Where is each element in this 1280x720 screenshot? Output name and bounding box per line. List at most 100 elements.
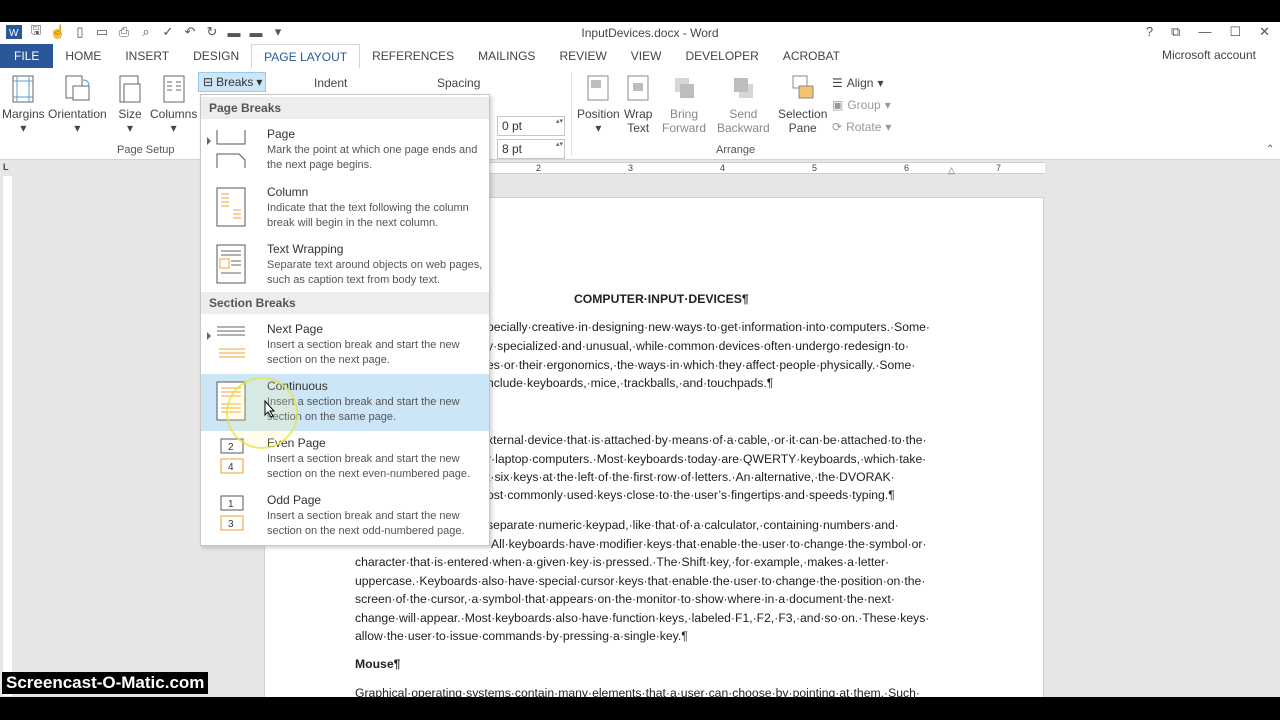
document-heading: COMPUTER·INPUT·DEVICES¶ xyxy=(574,292,749,306)
menu-item-page-break[interactable]: Page Mark the point at which one page en… xyxy=(201,122,489,179)
window-title: InputDevices.docx - Word xyxy=(581,26,719,40)
group-label: Group xyxy=(847,98,881,112)
next-page-icon xyxy=(217,326,245,358)
align-icon: ☰ xyxy=(832,76,843,90)
bring-forward-label: Bring Forward xyxy=(662,107,707,135)
paragraph-line: t·six·keys·at·the·left·of·the·first·row·… xyxy=(487,470,895,484)
ribbon-tabs: FILE HOME INSERT DESIGN PAGE LAYOUT REFE… xyxy=(0,44,1280,68)
breaks-arrow-icon: ▾ xyxy=(256,75,263,89)
cursor-highlight xyxy=(226,377,298,449)
ribbon-display-icon[interactable]: ⧉ xyxy=(1171,24,1180,40)
tab-references[interactable]: REFERENCES xyxy=(360,44,466,68)
tab-view[interactable]: VIEW xyxy=(619,44,674,68)
tab-page-layout[interactable]: PAGE LAYOUT xyxy=(251,44,361,68)
wrap-text-button[interactable]: Wrap Text xyxy=(624,74,652,135)
group-icon: ▣ xyxy=(832,98,844,112)
paragraph-line: nclude·keyboards,·mice,·trackballs,·and·… xyxy=(487,376,774,390)
rotate-button[interactable]: ⟳ Rotate ▾ xyxy=(832,120,891,134)
menu-item-title: Next Page xyxy=(267,322,324,336)
text-wrapping-break-icon xyxy=(216,244,246,284)
paragraph-line: Graphical·operating·systems·contain·many… xyxy=(355,686,920,697)
breaks-button[interactable]: ⊟ Breaks ▾ xyxy=(198,72,266,92)
group-arrow-icon: ▾ xyxy=(884,98,891,112)
ruler-number: 5 xyxy=(812,163,818,173)
menu-item-text-wrapping-break[interactable]: Text Wrapping Separate text around objec… xyxy=(201,237,489,294)
wrap-text-icon xyxy=(627,75,649,101)
send-backward-button[interactable]: Send Backward xyxy=(717,74,770,135)
paragraph-line: ost·commonly·used·keys·close·to·the·user… xyxy=(487,488,895,502)
account-menu[interactable]: Microsoft account xyxy=(1162,48,1256,62)
menu-item-title: Text Wrapping xyxy=(267,242,344,256)
columns-button[interactable]: Columns ▾ xyxy=(150,74,197,135)
group-separator xyxy=(571,72,572,156)
page-break-icon xyxy=(216,130,246,168)
tab-developer[interactable]: DEVELOPER xyxy=(673,44,770,68)
paragraph-line: screen·of·the·cursor,·a·symbol·that·appe… xyxy=(355,592,895,606)
svg-text:3: 3 xyxy=(228,519,234,530)
arrange-group-label: Arrange xyxy=(716,144,756,156)
menu-item-title: Odd Page xyxy=(267,493,322,507)
paragraph-line: change·will·appear.·Most·keyboards·also·… xyxy=(355,611,930,625)
tab-selector-icon[interactable]: L xyxy=(3,162,9,172)
spacing-after-input[interactable]: 8 pt xyxy=(497,139,565,159)
paragraph-line: uppercase.·Keyboards·also·have·special·c… xyxy=(355,574,926,588)
collapse-ribbon-icon[interactable]: ⌃ xyxy=(1266,144,1274,155)
paragraph-line: character·that·is·entered·when·a·given·k… xyxy=(355,555,890,569)
columns-arrow-icon: ▾ xyxy=(170,121,177,135)
svg-text:1: 1 xyxy=(228,499,234,510)
send-backward-label: Send Backward xyxy=(717,107,770,135)
right-indent-marker-icon[interactable]: △ xyxy=(948,165,955,176)
size-button[interactable]: Size ▾ xyxy=(116,74,144,135)
help-icon[interactable]: ? xyxy=(1146,24,1153,40)
position-arrow-icon: ▾ xyxy=(595,121,602,135)
vertical-ruler xyxy=(0,176,14,697)
title-bar: W 🖫 ☝ ▯ ▭ ⎙ ⌕ ✓ ↶ ↻ ▬ ▬ ▾ InputDevices.d… xyxy=(0,22,1280,44)
tab-review[interactable]: REVIEW xyxy=(547,44,618,68)
svg-text:2: 2 xyxy=(228,442,234,453)
margins-button[interactable]: Margins ▾ xyxy=(2,74,45,135)
indent-label: Indent xyxy=(314,76,348,90)
orientation-icon xyxy=(65,75,90,101)
paragraph-line: xternal·device·that·is·attached·by·means… xyxy=(487,433,927,447)
tab-design[interactable]: DESIGN xyxy=(181,44,251,68)
position-button[interactable]: Position ▾ xyxy=(577,74,620,135)
close-icon[interactable]: ✕ xyxy=(1259,24,1270,40)
rotate-label: Rotate xyxy=(846,120,882,134)
mouse-pointer-icon xyxy=(264,400,276,418)
orientation-button[interactable]: Orientation ▾ xyxy=(48,74,107,135)
breaks-label: Breaks xyxy=(216,75,254,89)
tab-home[interactable]: HOME xyxy=(53,44,113,68)
menu-item-description: Indicate that the text following the col… xyxy=(267,202,469,229)
paragraph-line: allow·the·user·to·issue·commands·by·pres… xyxy=(355,629,688,643)
menu-item-description: Insert a section break and start the new… xyxy=(267,339,460,366)
tab-acrobat[interactable]: ACROBAT xyxy=(771,44,852,68)
selected-marker-icon xyxy=(207,332,211,340)
orientation-arrow-icon: ▾ xyxy=(74,121,81,135)
selection-pane-button[interactable]: Selection Pane xyxy=(778,74,827,135)
minimize-icon[interactable]: — xyxy=(1198,24,1211,40)
tab-mailings[interactable]: MAILINGS xyxy=(466,44,547,68)
tab-file[interactable]: FILE xyxy=(0,44,54,68)
send-backward-icon xyxy=(734,78,754,98)
menu-item-column-break[interactable]: Column Indicate that the text following … xyxy=(201,180,489,237)
bring-forward-button[interactable]: Bring Forward xyxy=(662,74,706,135)
menu-item-next-page[interactable]: Next Page Insert a section break and sta… xyxy=(201,317,489,374)
menu-item-odd-page[interactable]: 1 3 Odd Page Insert a section break and s… xyxy=(201,488,489,545)
breaks-dropdown-menu: Page Breaks Page Mark the point at which… xyxy=(200,94,490,546)
maximize-icon[interactable]: ☐ xyxy=(1229,24,1241,40)
svg-text:4: 4 xyxy=(228,462,234,473)
align-button[interactable]: ☰ Align ▾ xyxy=(832,76,883,90)
spacing-before-input[interactable]: 0 pt xyxy=(497,116,565,136)
group-button[interactable]: ▣ Group ▾ xyxy=(832,98,891,112)
page-breaks-heading: Page Breaks xyxy=(201,97,489,119)
section-breaks-heading: Section Breaks xyxy=(201,292,489,314)
align-arrow-icon: ▾ xyxy=(877,76,884,90)
menu-item-description: Insert a section break and start the new… xyxy=(267,453,471,480)
breaks-icon: ⊟ xyxy=(203,75,214,89)
tab-insert[interactable]: INSERT xyxy=(113,44,181,68)
paragraph-line: es·or·their·ergonomics,·the·ways·in·whic… xyxy=(487,358,916,372)
menu-item-description: Insert a section break and start the new… xyxy=(267,510,465,537)
column-break-icon xyxy=(216,187,246,227)
columns-label: Columns xyxy=(150,107,198,121)
vertical-scrollbar[interactable] xyxy=(1266,176,1280,696)
